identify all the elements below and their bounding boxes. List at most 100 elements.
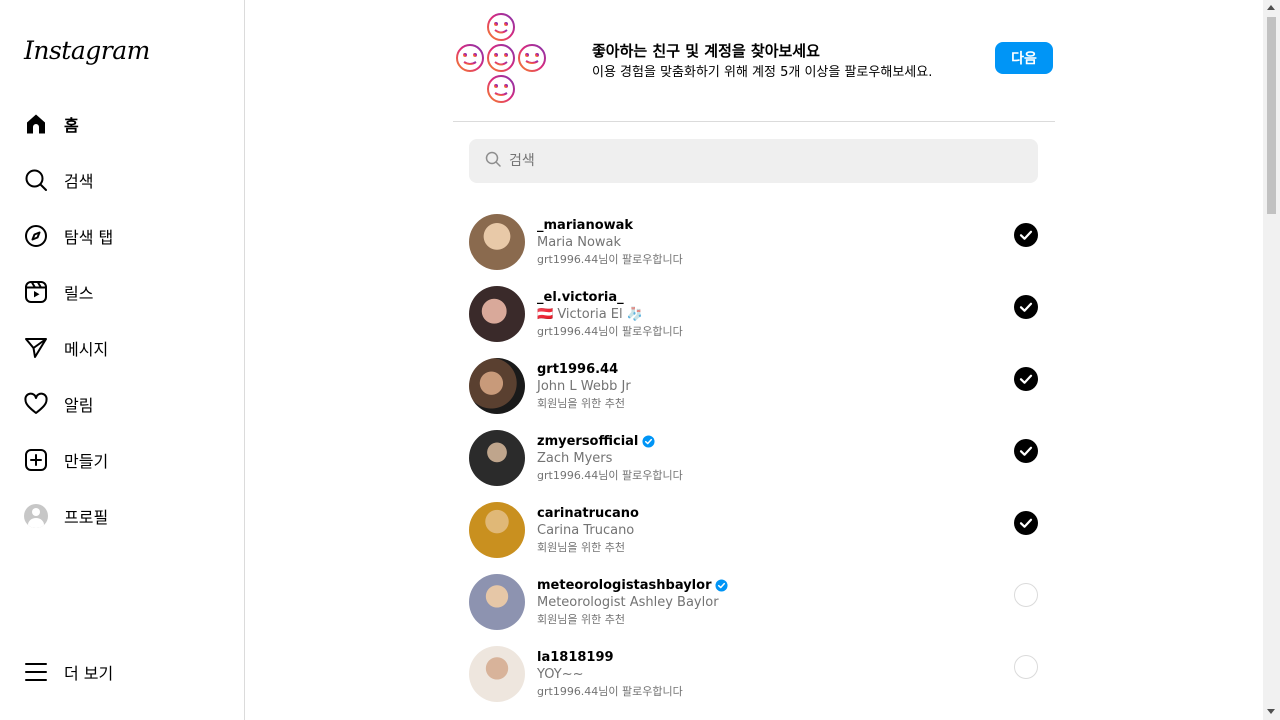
username-row: zmyersofficial bbox=[537, 433, 683, 450]
sidebar-item-label: 만들기 bbox=[64, 452, 109, 471]
username-row: _el.victoria_ bbox=[537, 289, 683, 306]
sidebar-item-more[interactable]: 더 보기 bbox=[12, 648, 232, 696]
suggestion-info: zmyersofficial Zach Myers grt1996.44님이 팔로우… bbox=[537, 433, 683, 484]
main-content: 좋아하는 친구 및 계정을 찾아보세요 이용 경험을 맞춤화하기 위해 계정 5… bbox=[245, 0, 1263, 720]
suggestion-row[interactable]: la1818199 YOY~~ grt1996.44님이 팔로우합니다 bbox=[469, 638, 1038, 710]
full-name: YOY~~ bbox=[537, 666, 584, 682]
sidebar-item-label: 검색 bbox=[64, 172, 94, 191]
suggestion-reason: grt1996.44님이 팔로우합니다 bbox=[537, 684, 683, 698]
sidebar-nav: 홈 검색 탐색 탭 릴스 메시지 알림 만들기 프로필 bbox=[12, 100, 232, 548]
unselected-checkbox[interactable] bbox=[1014, 655, 1038, 679]
avatar[interactable] bbox=[469, 502, 525, 558]
selected-checkbox[interactable] bbox=[1014, 295, 1038, 319]
suggestion-row[interactable]: zmyersofficial Zach Myers grt1996.44님이 팔로우… bbox=[469, 422, 1038, 494]
full-name: 🇦🇹 Victoria El 🧦 bbox=[537, 306, 643, 322]
sidebar-item-reels[interactable]: 릴스 bbox=[12, 268, 232, 316]
send-icon bbox=[24, 336, 48, 360]
avatar bbox=[24, 504, 48, 528]
suggestion-info: la1818199 YOY~~ grt1996.44님이 팔로우합니다 bbox=[537, 649, 683, 700]
full-name: Maria Nowak bbox=[537, 234, 622, 250]
suggestion-row[interactable]: meteorologistashbaylor Meteorologist Ashl… bbox=[469, 566, 1038, 638]
username-row: _marianowak bbox=[537, 217, 683, 234]
suggestion-reason: 회원님을 위한 추천 bbox=[537, 612, 625, 626]
username-row: grt1996.44 bbox=[537, 361, 631, 378]
verified-badge-icon bbox=[642, 434, 655, 448]
suggestion-reason: grt1996.44님이 팔로우합니다 bbox=[537, 324, 683, 338]
sidebar-item-label: 릴스 bbox=[64, 284, 94, 303]
username[interactable]: meteorologistashbaylor bbox=[537, 577, 711, 594]
sidebar-item-profile[interactable]: 프로필 bbox=[12, 492, 232, 540]
plus-square-icon bbox=[24, 448, 48, 472]
selected-checkbox[interactable] bbox=[1014, 223, 1038, 247]
search-input[interactable] bbox=[509, 153, 1009, 169]
scroll-thumb[interactable] bbox=[1267, 17, 1276, 214]
avatar[interactable] bbox=[469, 574, 525, 630]
sidebar-item-label: 프로필 bbox=[64, 508, 109, 527]
sidebar-item-home[interactable]: 홈 bbox=[12, 100, 232, 148]
heart-icon bbox=[24, 392, 48, 416]
scroll-up-arrow-icon[interactable] bbox=[1267, 5, 1275, 10]
checkmark-icon bbox=[1019, 374, 1033, 384]
suggestion-info: grt1996.44 John L Webb Jr 회원님을 위한 추천 bbox=[537, 361, 631, 412]
suggestion-reason: 회원님을 위한 추천 bbox=[537, 540, 625, 554]
checkmark-icon bbox=[1019, 230, 1033, 240]
menu-icon bbox=[24, 660, 48, 684]
unselected-checkbox[interactable] bbox=[1014, 583, 1038, 607]
suggestion-info: _marianowak Maria Nowak grt1996.44님이 팔로우합니… bbox=[537, 217, 683, 268]
page-subtitle: 이용 경험을 맞춤화하기 위해 계정 5개 이상을 팔로우해보세요. bbox=[592, 65, 933, 80]
suggestion-reason: grt1996.44님이 팔로우합니다 bbox=[537, 468, 683, 482]
avatar[interactable] bbox=[469, 286, 525, 342]
selected-checkbox[interactable] bbox=[1014, 439, 1038, 463]
checkmark-icon bbox=[1019, 302, 1033, 312]
avatar[interactable] bbox=[469, 358, 525, 414]
username[interactable]: zmyersofficial bbox=[537, 433, 638, 450]
next-button[interactable]: 다음 bbox=[995, 42, 1053, 74]
sidebar-item-explore[interactable]: 탐색 탭 bbox=[12, 212, 232, 260]
username[interactable]: _el.victoria_ bbox=[537, 289, 624, 306]
sidebar: Instagram 홈 검색 탐색 탭 릴스 메시지 알림 만들기 프로필 더 … bbox=[0, 0, 245, 720]
avatar[interactable] bbox=[469, 646, 525, 702]
instagram-logo[interactable]: Instagram bbox=[24, 36, 150, 65]
avatar[interactable] bbox=[469, 430, 525, 486]
username[interactable]: grt1996.44 bbox=[537, 361, 618, 378]
full-name: Meteorologist Ashley Baylor bbox=[537, 594, 719, 610]
suggestion-reason: grt1996.44님이 팔로우합니다 bbox=[537, 252, 683, 266]
suggestion-row[interactable]: _el.victoria_ 🇦🇹 Victoria El 🧦 grt1996.44님… bbox=[469, 278, 1038, 350]
sidebar-item-create[interactable]: 만들기 bbox=[12, 436, 232, 484]
suggestion-row[interactable]: carinatrucano Carina Trucano 회원님을 위한 추천 bbox=[469, 494, 1038, 566]
verified-badge-icon bbox=[715, 578, 729, 592]
username[interactable]: _marianowak bbox=[537, 217, 633, 234]
sidebar-item-notifications[interactable]: 알림 bbox=[12, 380, 232, 428]
scroll-down-arrow-icon[interactable] bbox=[1267, 709, 1275, 714]
sidebar-item-messages[interactable]: 메시지 bbox=[12, 324, 232, 372]
suggestion-info: carinatrucano Carina Trucano 회원님을 위한 추천 bbox=[537, 505, 639, 556]
reels-icon bbox=[24, 280, 48, 304]
username[interactable]: carinatrucano bbox=[537, 505, 639, 522]
suggestion-list: _marianowak Maria Nowak grt1996.44님이 팔로우합니… bbox=[469, 206, 1038, 710]
search-icon bbox=[24, 168, 48, 192]
checkmark-icon bbox=[1019, 446, 1033, 456]
avatar[interactable] bbox=[469, 214, 525, 270]
sidebar-item-label: 알림 bbox=[64, 396, 94, 415]
suggestion-info: _el.victoria_ 🇦🇹 Victoria El 🧦 grt1996.44님… bbox=[537, 289, 683, 340]
sidebar-item-search[interactable]: 검색 bbox=[12, 156, 232, 204]
search-icon bbox=[485, 151, 501, 171]
scrollbar[interactable] bbox=[1263, 0, 1280, 720]
page-title: 좋아하는 친구 및 계정을 찾아보세요 bbox=[592, 42, 820, 60]
search-bar bbox=[469, 139, 1038, 183]
suggestion-row[interactable]: grt1996.44 John L Webb Jr 회원님을 위한 추천 bbox=[469, 350, 1038, 422]
smiley-faces-illustration bbox=[456, 13, 546, 103]
selected-checkbox[interactable] bbox=[1014, 367, 1038, 391]
username-row: la1818199 bbox=[537, 649, 683, 666]
selected-checkbox[interactable] bbox=[1014, 511, 1038, 535]
sidebar-item-label: 메시지 bbox=[64, 340, 109, 359]
onboarding-header: 좋아하는 친구 및 계정을 찾아보세요 이용 경험을 맞춤화하기 위해 계정 5… bbox=[453, 0, 1055, 122]
full-name: Carina Trucano bbox=[537, 522, 635, 538]
full-name: Zach Myers bbox=[537, 450, 613, 466]
suggestion-row[interactable]: _marianowak Maria Nowak grt1996.44님이 팔로우합니… bbox=[469, 206, 1038, 278]
compass-icon bbox=[24, 224, 48, 248]
full-name: John L Webb Jr bbox=[537, 378, 631, 394]
suggestion-info: meteorologistashbaylor Meteorologist Ashl… bbox=[537, 577, 729, 628]
sidebar-item-label: 탐색 탭 bbox=[64, 228, 114, 247]
username[interactable]: la1818199 bbox=[537, 649, 614, 666]
